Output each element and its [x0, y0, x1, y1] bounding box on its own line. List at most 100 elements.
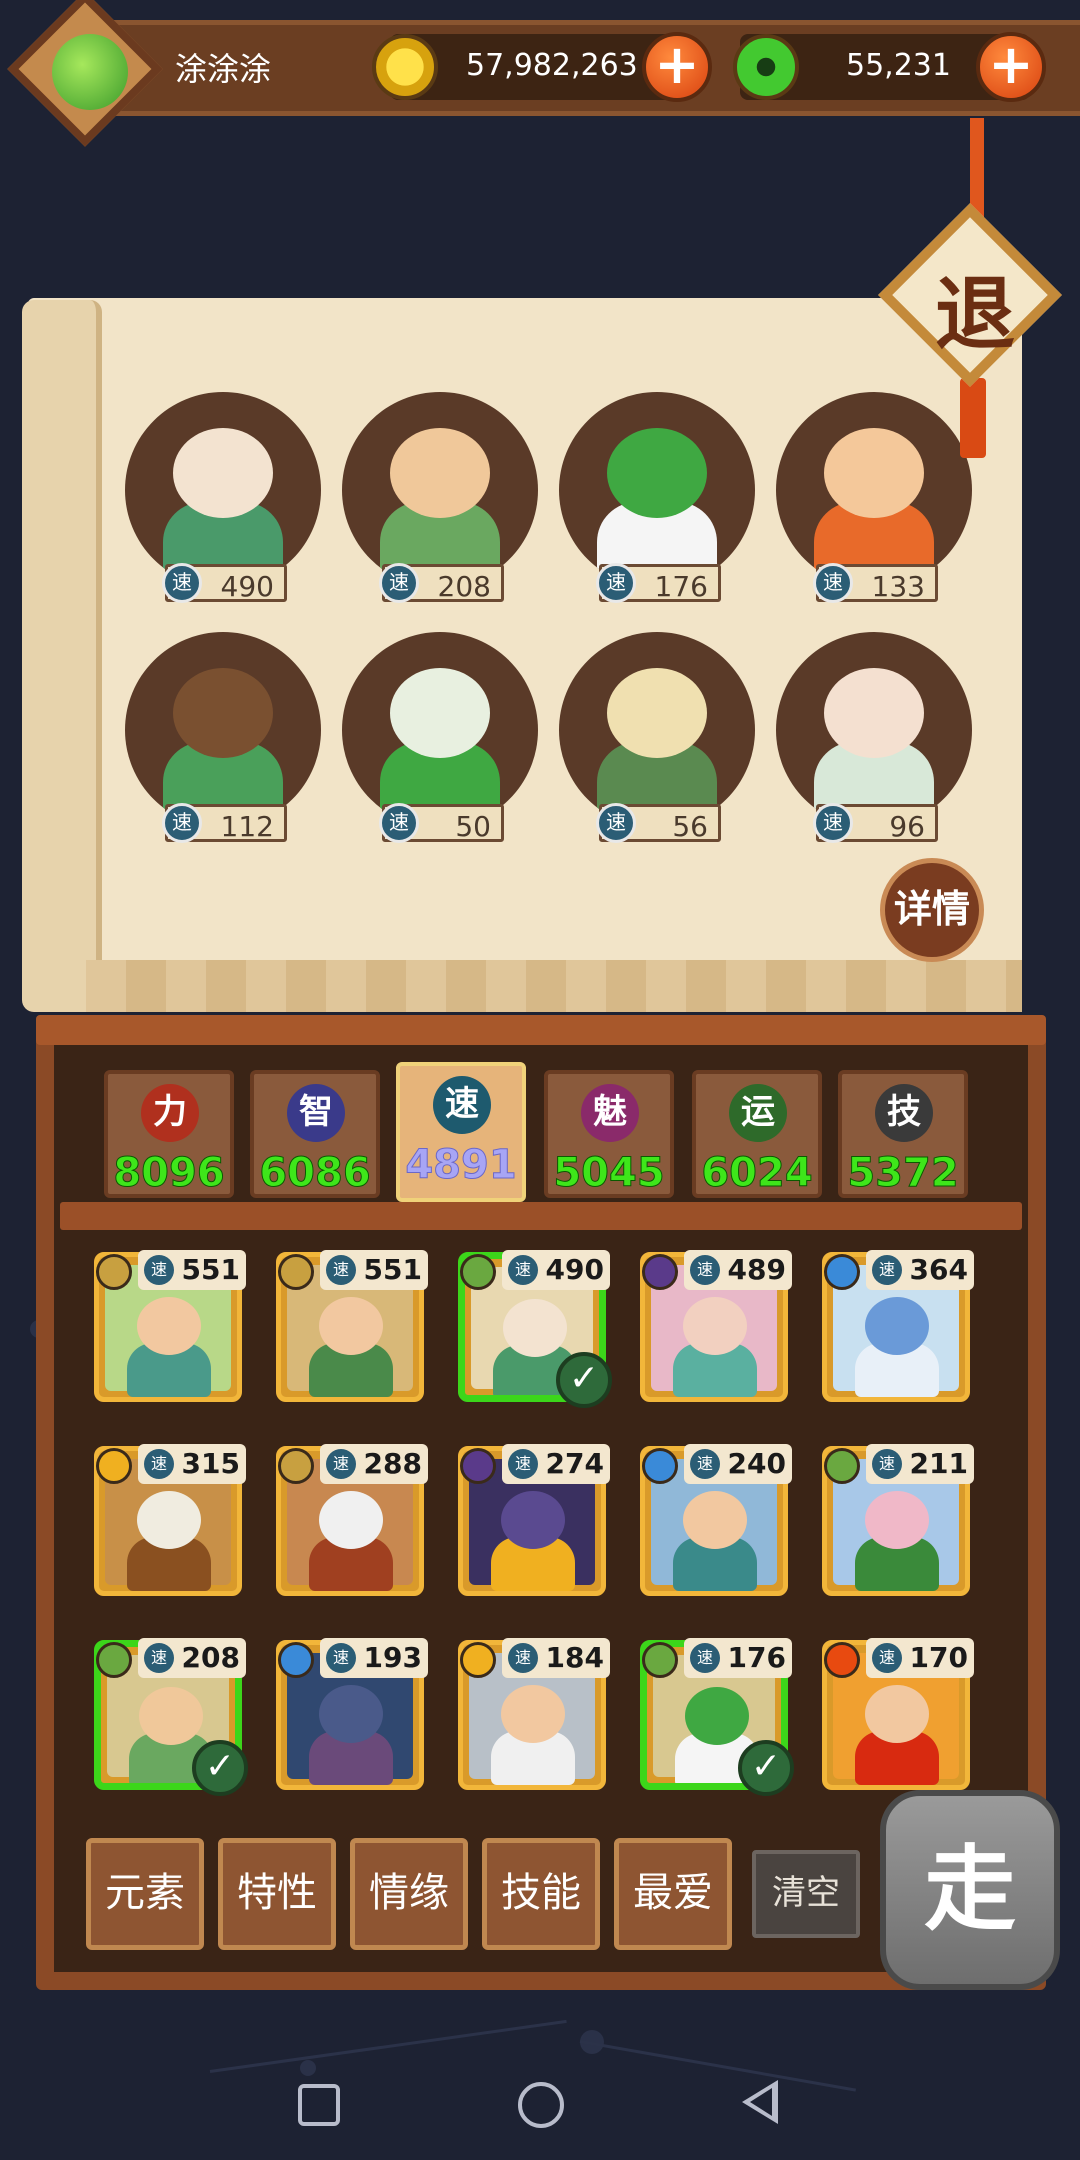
- stat-icon: 技: [875, 1084, 933, 1142]
- add-jade-button[interactable]: +: [976, 32, 1046, 102]
- speed-icon: 速: [690, 1643, 720, 1673]
- element-icon: [460, 1254, 496, 1290]
- card-speed-value: 551: [363, 1253, 422, 1286]
- jade-coin-icon: [733, 34, 799, 100]
- hero-head: [390, 428, 490, 518]
- back-icon-inner: [750, 2088, 772, 2116]
- speed-icon: 速: [144, 1643, 174, 1673]
- speed-value: 176: [654, 570, 708, 603]
- card-character-head: [683, 1297, 747, 1355]
- hero-portrait[interactable]: [776, 392, 972, 588]
- element-icon: [824, 1642, 860, 1678]
- stat-tab-5[interactable]: 技 5372: [838, 1070, 968, 1198]
- filter-button-4[interactable]: 最爱: [614, 1838, 732, 1950]
- team-member-slot[interactable]: 速 50: [342, 632, 542, 843]
- speed-icon: 速: [508, 1449, 538, 1479]
- recent-apps-icon[interactable]: [298, 2084, 340, 2126]
- element-icon: [96, 1642, 132, 1678]
- speed-badge: 速 315: [138, 1444, 246, 1484]
- exit-button[interactable]: 退: [920, 250, 1030, 366]
- speed-value: 96: [889, 810, 925, 843]
- system-nav-bar: [0, 2040, 1080, 2160]
- speed-icon: 速: [872, 1255, 902, 1285]
- stat-tab-0[interactable]: 力 8096: [104, 1070, 234, 1198]
- element-icon: [460, 1642, 496, 1678]
- speed-value: 490: [220, 570, 274, 603]
- filter-button-1[interactable]: 特性: [218, 1838, 336, 1950]
- speed-icon: 速: [326, 1255, 356, 1285]
- speed-tag: 速 133: [813, 563, 938, 603]
- selected-check-icon: ✓: [738, 1740, 794, 1796]
- hero-portrait[interactable]: [342, 392, 538, 588]
- filter-button-0[interactable]: 元素: [86, 1838, 204, 1950]
- speed-tag: 速 208: [379, 563, 504, 603]
- speed-icon: 速: [872, 1643, 902, 1673]
- selected-check-icon: ✓: [192, 1740, 248, 1796]
- speed-badge: 速 208: [138, 1638, 246, 1678]
- filter-button-3[interactable]: 技能: [482, 1838, 600, 1950]
- speed-tag: 速 112: [162, 803, 287, 843]
- team-member-slot[interactable]: 速 96: [776, 632, 976, 843]
- speed-badge: 速 211: [866, 1444, 974, 1484]
- filter-button-2[interactable]: 情缘: [350, 1838, 468, 1950]
- speed-tag: 速 176: [596, 563, 721, 603]
- stat-tab-3[interactable]: 魅 5045: [544, 1070, 674, 1198]
- hero-portrait[interactable]: [559, 392, 755, 588]
- speed-badge: 速 184: [502, 1638, 610, 1678]
- jade-amount: 55,231: [846, 48, 951, 83]
- stat-value: 5372: [847, 1150, 959, 1197]
- speed-icon: 速: [162, 563, 202, 603]
- speed-badge: 速 240: [684, 1444, 792, 1484]
- team-member-slot[interactable]: 速 176: [559, 392, 759, 603]
- team-member-slot[interactable]: 速 208: [342, 392, 542, 603]
- team-member-slot[interactable]: 速 133: [776, 392, 976, 603]
- hero-portrait[interactable]: [125, 632, 321, 828]
- hero-portrait[interactable]: [776, 632, 972, 828]
- stat-value: 5045: [553, 1150, 665, 1197]
- speed-icon: 速: [379, 563, 419, 603]
- shelf-top-board: [36, 1015, 1046, 1045]
- card-character-head: [503, 1299, 567, 1357]
- team-member-slot[interactable]: 速 112: [125, 632, 325, 843]
- home-icon[interactable]: [518, 2082, 564, 2128]
- team-lineup: 速 490 速 208 速 176 速 133 速 112 速 50 速 56 速 96: [125, 392, 985, 852]
- card-character-head: [137, 1491, 201, 1549]
- element-icon: [278, 1448, 314, 1484]
- go-button[interactable]: 走: [880, 1790, 1060, 1990]
- card-character-head: [139, 1687, 203, 1745]
- player-avatar[interactable]: [52, 34, 128, 110]
- speed-icon: 速: [162, 803, 202, 843]
- stat-tab-1[interactable]: 智 6086: [250, 1070, 380, 1198]
- speed-icon: 速: [326, 1643, 356, 1673]
- card-speed-value: 193: [363, 1641, 422, 1674]
- exit-tassel: [960, 378, 986, 458]
- speed-badge: 速 274: [502, 1444, 610, 1484]
- clear-button[interactable]: 清空: [752, 1850, 860, 1938]
- element-icon: [278, 1254, 314, 1290]
- selected-check-icon: ✓: [556, 1352, 612, 1408]
- card-speed-value: 315: [181, 1447, 240, 1480]
- hero-portrait[interactable]: [559, 632, 755, 828]
- stat-icon: 力: [141, 1084, 199, 1142]
- element-icon: [824, 1448, 860, 1484]
- hero-portrait[interactable]: [342, 632, 538, 828]
- speed-tag: 速 50: [379, 803, 504, 843]
- speed-badge: 速 288: [320, 1444, 428, 1484]
- team-member-slot[interactable]: 速 56: [559, 632, 759, 843]
- card-character-head: [683, 1491, 747, 1549]
- speed-badge: 速 490: [502, 1250, 610, 1290]
- speed-icon: 速: [813, 563, 853, 603]
- stat-tab-4[interactable]: 运 6024: [692, 1070, 822, 1198]
- hero-portrait[interactable]: [125, 392, 321, 588]
- stat-value: 6086: [259, 1150, 371, 1197]
- speed-badge: 速 193: [320, 1638, 428, 1678]
- add-gold-button[interactable]: +: [642, 32, 712, 102]
- card-character-head: [865, 1491, 929, 1549]
- details-button[interactable]: 详情: [880, 858, 984, 962]
- stat-tab-2[interactable]: 速 4891: [396, 1062, 526, 1202]
- card-character-head: [865, 1297, 929, 1355]
- card-character-head: [137, 1297, 201, 1355]
- element-icon: [642, 1254, 678, 1290]
- speed-icon: 速: [144, 1255, 174, 1285]
- team-member-slot[interactable]: 速 490: [125, 392, 325, 603]
